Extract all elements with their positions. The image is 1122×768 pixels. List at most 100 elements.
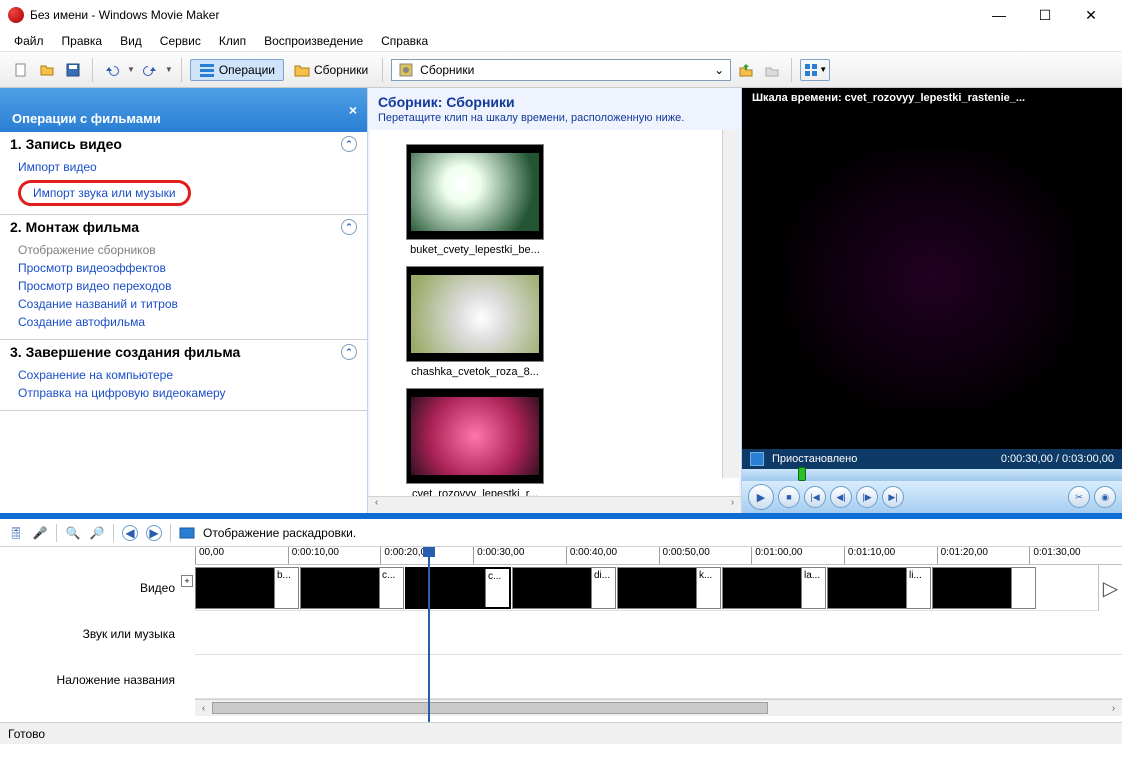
timeline-clip[interactable]: c... [405,567,511,609]
timeline-clip[interactable]: la... [722,567,826,609]
preview-controls: ▶ ■ |◀ ◀| |▶ ▶| ✂ ◉ [742,481,1122,513]
seek-knob[interactable] [798,467,806,481]
task-pane-close[interactable]: × [349,102,357,118]
view-mode-button[interactable]: ▼ [800,59,830,81]
toolbar: ▼ ▼ Операции Сборники Сборники ⌄ ▼ [0,52,1122,88]
undo-dd[interactable]: ▼ [127,65,135,74]
task-section-capture-label: 1. Запись видео [10,136,122,152]
menu-file[interactable]: Файл [14,34,44,48]
clip-label: la... [801,568,825,608]
timeline-clip[interactable]: c... [300,567,404,609]
play-button[interactable]: ▶ [748,484,774,510]
preview-monitor[interactable] [742,108,1122,449]
link-import-video[interactable]: Импорт видео [18,158,349,176]
timeline-clip[interactable]: di... [512,567,616,609]
split-button[interactable]: ✂ [1068,486,1090,508]
menu-help[interactable]: Справка [381,34,428,48]
preview-time: 0:00:30,00 / 0:03:00,00 [1001,453,1114,465]
link-import-audio[interactable]: Импорт звука или музыки [18,180,191,206]
task-pane-header: Операции с фильмами × [0,88,367,132]
timeline-h-scrollbar[interactable]: ‹ › [195,699,1122,716]
link-video-effects[interactable]: Просмотр видеоэффектов [18,259,349,277]
timeline-toggle-label[interactable]: Отображение раскадровки. [203,526,356,540]
thumbnail-label: chashka_cvetok_roza_8... [405,366,545,378]
seek-bar[interactable] [742,469,1122,481]
new-button[interactable] [10,59,32,81]
ruler-tick: 0:00:10,00 [288,547,381,564]
snapshot-button[interactable]: ◉ [1094,486,1116,508]
task-pane: Операции с фильмами × 1. Запись видео ⌃ … [0,88,367,513]
preview-pane: Шкала времени: cvet_rozovyy_lepestki_ras… [742,88,1122,513]
ruler-tick: 0:00:40,00 [566,547,659,564]
new-folder-button[interactable] [761,59,783,81]
collections-heading: Сборник: Сборники [378,94,731,110]
preview-title: Шкала времени: cvet_rozovyy_lepestki_ras… [742,88,1122,108]
menu-view[interactable]: Вид [120,34,142,48]
undo-button[interactable] [101,59,123,81]
status-icon [750,452,764,466]
operations-button[interactable]: Операции [190,59,284,81]
prev-button[interactable]: |◀ [804,486,826,508]
chevron-up-icon: ⌃ [341,344,357,360]
stop-button[interactable]: ■ [778,486,800,508]
step-fwd-button[interactable]: |▶ [856,486,878,508]
link-titles-credits[interactable]: Создание названий и титров [18,295,349,313]
operations-label: Операции [219,63,275,77]
task-section-finish[interactable]: 3. Завершение создания фильма ⌃ [0,340,367,364]
rewind-button[interactable]: ◀ [122,525,138,541]
scroll-right-icon[interactable]: › [1105,700,1122,716]
link-show-collections[interactable]: Отображение сборников [18,241,349,259]
film-icon [398,62,414,78]
chevron-down-icon: ⌄ [714,63,724,77]
timeline-clip[interactable]: k... [617,567,721,609]
task-section-capture[interactable]: 1. Запись видео ⌃ [0,132,367,156]
scroll-right-icon[interactable]: › [724,497,741,513]
task-pane-title: Операции с фильмами [12,111,161,126]
task-section-edit[interactable]: 2. Монтаж фильма ⌃ [0,215,367,239]
horizontal-scrollbar[interactable]: ‹ › [368,496,741,513]
scroll-left-icon[interactable]: ‹ [195,700,212,716]
expand-video-track[interactable]: + [181,575,193,587]
minimize-button[interactable]: — [976,0,1022,30]
video-track[interactable]: b... c... c... di... k... la... li... [195,565,1122,611]
link-video-transitions[interactable]: Просмотр видео переходов [18,277,349,295]
timeline-clip[interactable]: b... [195,567,299,609]
play-timeline-button[interactable]: ▶ [146,525,162,541]
collection-item[interactable]: cvet_rozovyy_lepestki_r... [400,388,550,496]
collection-item[interactable]: buket_cvety_lepestki_be... [400,144,550,256]
zoom-in-button[interactable]: 🔍 [65,525,81,541]
next-button[interactable]: ▶| [882,486,904,508]
menu-clip[interactable]: Клип [219,34,246,48]
narrate-button[interactable]: 🎤 [32,525,48,541]
playhead[interactable] [428,547,430,722]
audio-track[interactable] [195,611,1122,655]
timeline-clip[interactable] [932,567,1036,609]
redo-dd[interactable]: ▼ [165,65,173,74]
audio-levels-button[interactable]: 🎚 [8,525,24,541]
time-ruler[interactable]: 00,00 0:00:10,00 0:00:20,00 0:00:30,00 0… [195,547,1122,565]
link-send-dv[interactable]: Отправка на цифровую видеокамеру [18,384,349,402]
collections-button[interactable]: Сборники [288,60,374,80]
menu-service[interactable]: Сервис [160,34,201,48]
collections-dropdown[interactable]: Сборники ⌄ [391,59,731,81]
scroll-left-icon[interactable]: ‹ [368,497,385,513]
timeline-clip[interactable]: li... [827,567,931,609]
redo-button[interactable] [139,59,161,81]
up-level-button[interactable] [735,59,757,81]
collection-item[interactable]: chashka_cvetok_roza_8... [400,266,550,378]
menu-play[interactable]: Воспроизведение [264,34,363,48]
timeline-scroll-right[interactable]: ▷ [1098,565,1122,611]
step-back-button[interactable]: ◀| [830,486,852,508]
track-label-audio: Звук или музыка [0,611,195,657]
save-button[interactable] [62,59,84,81]
title-overlay-track[interactable] [195,655,1122,699]
zoom-out-button[interactable]: 🔎 [89,525,105,541]
maximize-button[interactable]: ☐ [1022,0,1068,30]
link-save-computer[interactable]: Сохранение на компьютере [18,366,349,384]
close-button[interactable]: ✕ [1068,0,1114,30]
menu-edit[interactable]: Правка [62,34,103,48]
open-button[interactable] [36,59,58,81]
vertical-scrollbar[interactable] [722,130,739,478]
link-automovie[interactable]: Создание автофильма [18,313,349,331]
thumbnail-image [411,275,539,353]
